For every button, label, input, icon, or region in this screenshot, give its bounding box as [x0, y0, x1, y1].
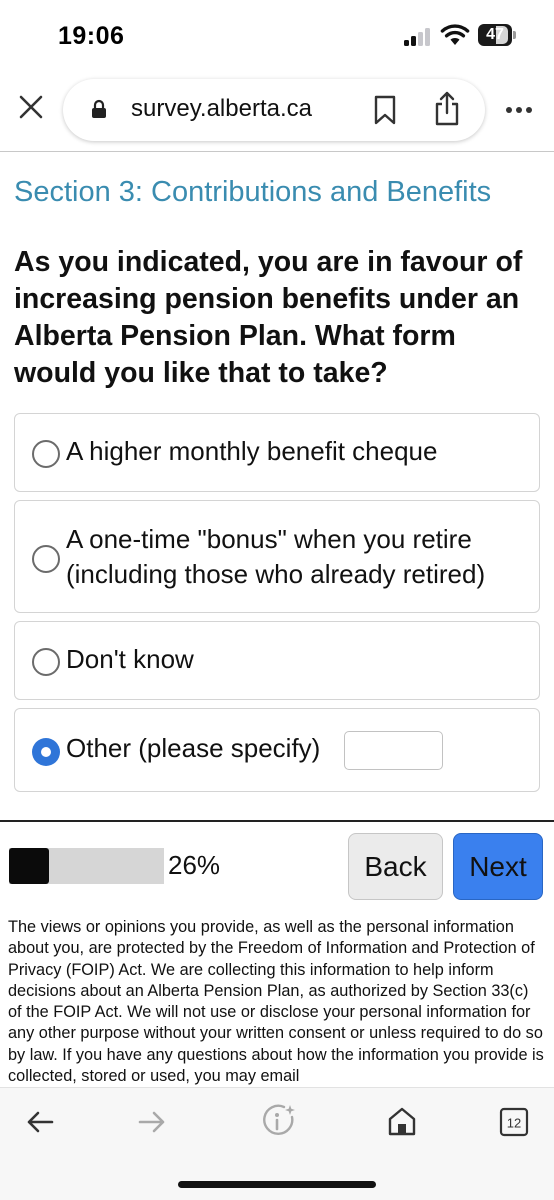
bookmark-icon[interactable]	[373, 95, 397, 125]
battery-level: 47	[486, 26, 504, 43]
progress-bar-fill	[9, 848, 50, 884]
option-label: Other (please specify)	[66, 733, 321, 763]
divider	[0, 820, 554, 822]
home-indicator	[178, 1181, 376, 1188]
option-other[interactable]: Other (please specify)	[14, 708, 540, 792]
progress-percent: 26%	[168, 850, 221, 880]
browser-url-bar: survey.alberta.ca	[0, 72, 554, 152]
wifi-icon	[440, 24, 470, 46]
progress-bar	[9, 848, 164, 884]
home-icon[interactable]	[387, 1106, 417, 1141]
option-label-line2: (including those who already retired)	[66, 559, 486, 589]
section-title: Section 3: Contributions and Benefits	[14, 176, 492, 208]
back-button[interactable]: Back	[348, 833, 443, 900]
option-one-time-bonus[interactable]: A one-time "bonus" when you retire (incl…	[14, 500, 540, 613]
forward-arrow-icon[interactable]	[138, 1110, 166, 1139]
option-label-line1: A one-time "bonus" when you retire	[66, 524, 472, 554]
back-arrow-icon[interactable]	[26, 1110, 54, 1139]
tab-count: 12	[507, 1116, 521, 1131]
radio-other[interactable]	[32, 738, 60, 766]
lock-icon	[91, 99, 107, 119]
option-label: Don't know	[66, 644, 194, 674]
option-dont-know[interactable]: Don't know	[14, 621, 540, 700]
option-label: A higher monthly benefit cheque	[66, 436, 438, 466]
url-text: survey.alberta.ca	[131, 95, 312, 122]
radio-higher-monthly-benefit[interactable]	[32, 440, 60, 468]
privacy-notice: The views or opinions you provide, as we…	[8, 918, 544, 1086]
battery-icon: 47	[478, 24, 516, 46]
option-higher-monthly-benefit[interactable]: A higher monthly benefit cheque	[14, 413, 540, 492]
other-specify-input[interactable]	[344, 731, 443, 770]
info-sparkle-icon[interactable]	[262, 1104, 296, 1143]
radio-one-time-bonus[interactable]	[32, 545, 60, 573]
tabs-icon[interactable]: 12	[499, 1107, 529, 1142]
address-field[interactable]: survey.alberta.ca	[63, 79, 485, 141]
close-icon[interactable]	[18, 94, 44, 120]
more-icon[interactable]	[505, 102, 533, 113]
signal-icon	[404, 28, 434, 46]
share-icon[interactable]	[433, 91, 461, 127]
question-text: As you indicated, you are in favour of i…	[14, 246, 523, 389]
status-time: 19:06	[58, 22, 125, 50]
radio-dont-know[interactable]	[32, 648, 60, 676]
next-button[interactable]: Next	[453, 833, 543, 900]
status-bar: 19:06 47	[0, 0, 554, 72]
